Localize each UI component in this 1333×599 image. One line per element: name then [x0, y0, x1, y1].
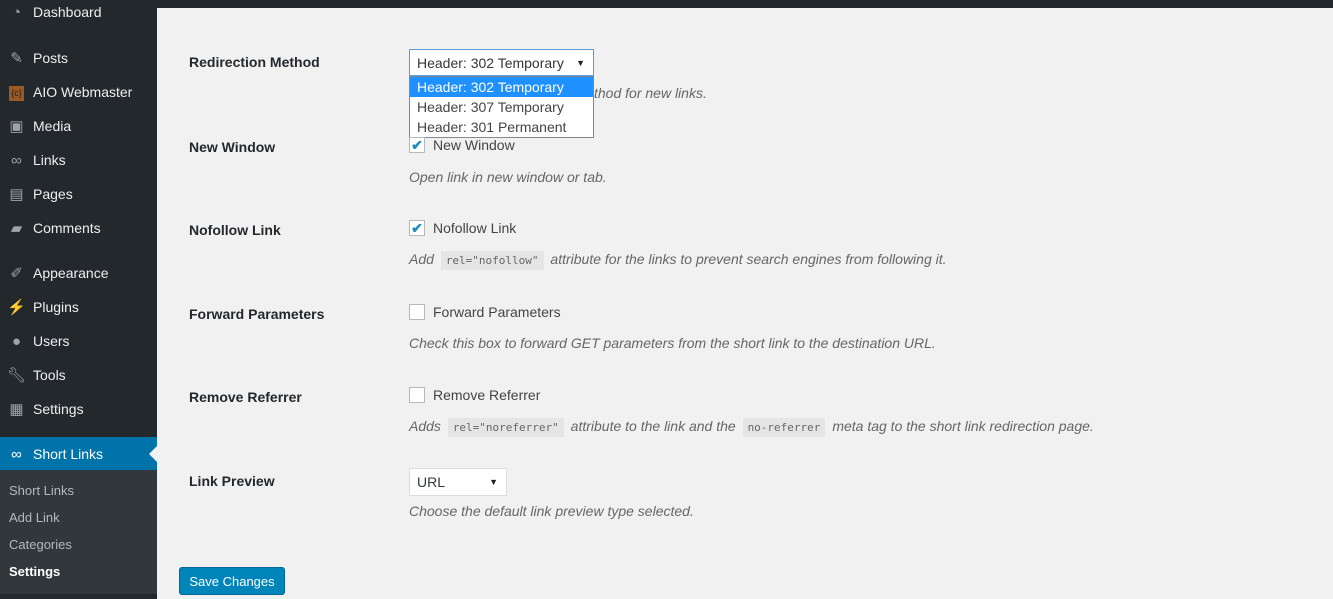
nofollow-checkbox[interactable]: ✔	[409, 220, 425, 236]
remove-referrer-desc: Adds rel="noreferrer" attribute to the l…	[409, 418, 1094, 437]
forward-params-desc: Check this box to forward GET parameters…	[409, 335, 936, 351]
redirection-method-dropdown: Header: 302 Temporary Header: 307 Tempor…	[409, 76, 594, 138]
nofollow-control: ✔ Nofollow Link	[409, 220, 516, 236]
code: rel="nofollow"	[440, 251, 544, 270]
label: Settings	[33, 401, 84, 417]
sidebar-item-short-links[interactable]: ∞ Short Links	[0, 437, 157, 471]
link-preview-label: Link Preview	[189, 473, 275, 489]
remove-referrer-label: Remove Referrer	[189, 389, 302, 405]
link-preview-desc: Choose the default link preview type sel…	[409, 503, 694, 519]
admin-bar	[0, 0, 1333, 8]
sidebar-item-aio-webmaster[interactable]: {c} AIO Webmaster	[0, 75, 157, 109]
option-307[interactable]: Header: 307 Temporary	[410, 97, 593, 117]
label: Users	[33, 333, 70, 349]
sidebar-item-posts[interactable]: ✎ Posts	[0, 41, 157, 75]
label: Pages	[33, 186, 73, 202]
option-301[interactable]: Header: 301 Permanent	[410, 117, 593, 137]
save-changes-button[interactable]: Save Changes	[179, 567, 285, 595]
label: AIO Webmaster	[33, 84, 133, 100]
new-window-checkbox[interactable]: ✔	[409, 137, 425, 153]
sidebar-item-appearance[interactable]: ✐ Appearance	[0, 256, 157, 290]
selected-value: URL	[417, 474, 446, 490]
label: Appearance	[33, 265, 109, 281]
chevron-down-icon: ▼	[489, 477, 498, 487]
wrench-icon: 🔧︎	[6, 367, 27, 384]
checkbox-label: Remove Referrer	[433, 387, 541, 403]
user-icon: ●	[11, 332, 22, 350]
new-window-label: New Window	[189, 139, 276, 155]
chevron-down-icon: ▼	[576, 57, 585, 68]
forward-params-control: Forward Parameters	[409, 304, 561, 320]
submenu-add-link[interactable]: Add Link	[9, 510, 60, 525]
text: Adds	[409, 418, 441, 434]
label: Posts	[33, 50, 69, 66]
text: Add	[409, 251, 434, 267]
remove-referrer-control: Remove Referrer	[409, 387, 540, 403]
checkbox-label: New Window	[433, 137, 515, 153]
brush-icon: ✐	[10, 265, 23, 282]
redirection-method-label: Redirection Method	[189, 54, 320, 70]
checkbox-label: Nofollow Link	[433, 220, 517, 236]
label: Tools	[33, 367, 66, 383]
text: meta tag to the short link redirection p…	[832, 418, 1094, 434]
sidebar-item-settings[interactable]: ▦ Settings	[0, 392, 157, 426]
link-icon: ∞	[11, 445, 22, 463]
label: Dashboard	[33, 4, 102, 20]
label: Short Links	[33, 446, 104, 462]
new-window-control: ✔ New Window	[409, 137, 515, 153]
option-302[interactable]: Header: 302 Temporary	[410, 77, 593, 97]
label: Plugins	[33, 299, 79, 315]
pages-icon: ▤	[9, 186, 24, 203]
sidebar-item-comments[interactable]: ▰ Comments	[0, 211, 157, 245]
submenu: Short Links Add Link Categories Settings	[0, 470, 157, 594]
code: no-referrer	[742, 418, 826, 437]
new-window-desc: Open link in new window or tab.	[409, 169, 607, 185]
remove-referrer-checkbox[interactable]	[409, 387, 425, 403]
pin-icon: ✎	[10, 50, 23, 67]
nofollow-desc: Add rel="nofollow" attribute for the lin…	[409, 251, 947, 270]
link-preview-select[interactable]: URL ▼	[409, 468, 507, 496]
sidebar-item-media[interactable]: ▣ Media	[0, 109, 157, 143]
submenu-short-links[interactable]: Short Links	[9, 483, 74, 498]
sidebar-item-plugins[interactable]: ⚡ Plugins	[0, 290, 157, 324]
selected-value: Header: 302 Temporary	[417, 54, 564, 71]
sliders-icon: ▦	[9, 401, 24, 418]
sidebar-item-pages[interactable]: ▤ Pages	[0, 177, 157, 211]
sidebar-item-links[interactable]: ∞ Links	[0, 143, 157, 177]
nofollow-label: Nofollow Link	[189, 222, 281, 238]
label: Media	[33, 118, 72, 134]
sidebar-item-tools[interactable]: 🔧︎ Tools	[0, 358, 157, 392]
sidebar-item-dashboard[interactable]: ◔ Dashboard	[0, 0, 157, 29]
redirection-method-select[interactable]: Header: 302 Temporary ▼	[409, 49, 594, 76]
text: attribute to the link and the	[570, 418, 736, 434]
submenu-settings[interactable]: Settings	[9, 564, 60, 579]
forward-params-label: Forward Parameters	[189, 306, 325, 322]
link-icon: ∞	[11, 151, 22, 169]
label: Links	[33, 152, 66, 168]
plugin-icon: ⚡	[7, 299, 26, 316]
code: rel="noreferrer"	[447, 418, 564, 437]
dashboard-icon: ◔	[11, 3, 22, 21]
media-icon: ▣	[9, 118, 24, 135]
sidebar-item-users[interactable]: ● Users	[0, 324, 157, 358]
submenu-categories[interactable]: Categories	[9, 537, 72, 552]
comment-icon: ▰	[10, 220, 23, 237]
redirection-method-desc: thod for new links.	[594, 85, 707, 101]
admin-sidebar: ◔ Dashboard ✎ Posts {c} AIO Webmaster ▣ Medi…	[0, 0, 157, 599]
text: attribute for the links to prevent searc…	[550, 251, 947, 267]
label: Comments	[33, 220, 101, 236]
forward-params-checkbox[interactable]	[409, 304, 425, 320]
checkbox-label: Forward Parameters	[433, 304, 561, 320]
aio-icon: {c}	[0, 83, 33, 101]
